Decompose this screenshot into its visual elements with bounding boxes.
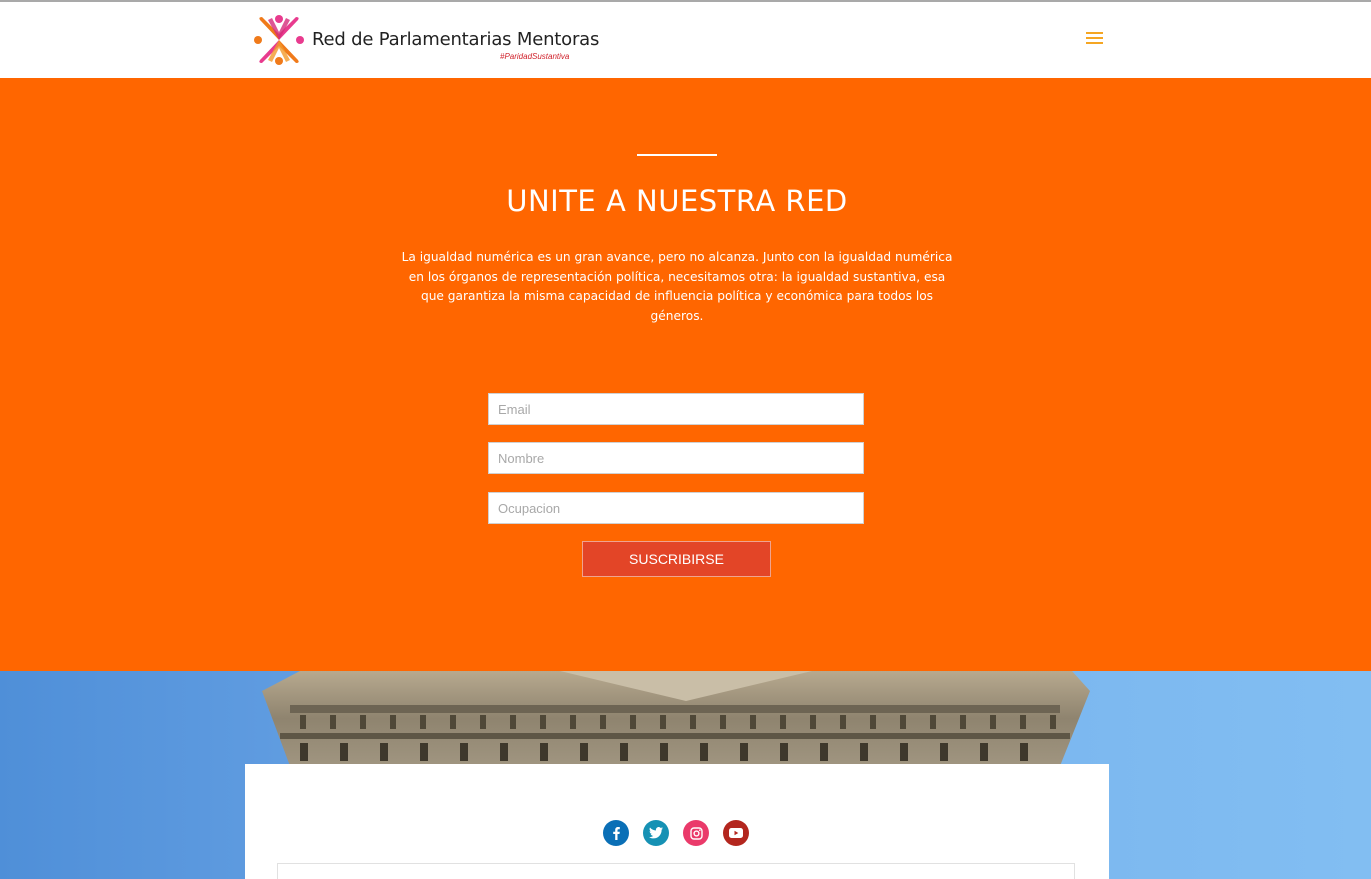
name-field[interactable] [488, 442, 864, 474]
footer-card [245, 764, 1109, 879]
section-title: UNITE A NUESTRA RED [506, 184, 848, 218]
twitter-icon[interactable] [643, 820, 669, 846]
youtube-icon[interactable] [723, 820, 749, 846]
email-field[interactable] [488, 393, 864, 425]
section-description: La igualdad numérica es un gran avance, … [401, 250, 953, 323]
logo-mark-icon [254, 15, 304, 65]
occupation-field[interactable] [488, 492, 864, 524]
facebook-icon[interactable] [603, 820, 629, 846]
site-title: Red de Parlamentarias Mentoras [312, 29, 600, 50]
hamburger-menu-icon[interactable] [1086, 32, 1106, 48]
site-logo[interactable]: Red de Parlamentarias Mentoras #ParidadS… [254, 14, 599, 68]
subscribe-button[interactable]: SUSCRIBIRSE [582, 541, 771, 577]
site-header: Red de Parlamentarias Mentoras #ParidadS… [0, 2, 1371, 78]
title-divider [637, 154, 717, 156]
site-tagline: #ParidadSustantiva [500, 52, 570, 61]
footer-section [0, 671, 1371, 879]
join-section: UNITE A NUESTRA RED La igualdad numérica… [0, 78, 1371, 671]
instagram-icon[interactable] [683, 820, 709, 846]
footer-content-box [277, 863, 1075, 879]
